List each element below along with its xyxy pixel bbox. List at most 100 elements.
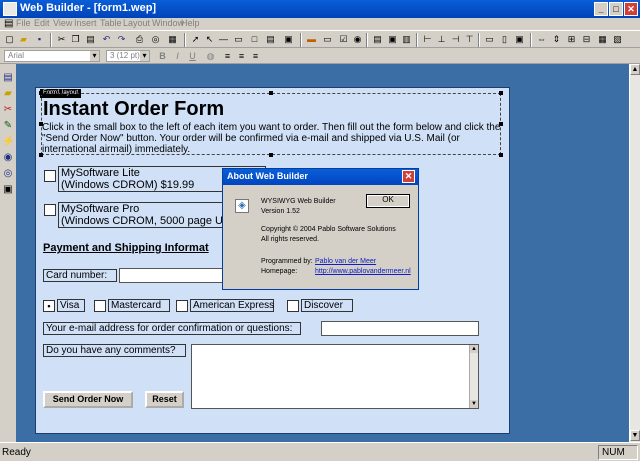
minimize-button[interactable]: _ [594, 2, 608, 16]
same-size-icon[interactable]: ▣ [514, 34, 525, 45]
underline-icon[interactable]: U [187, 51, 198, 62]
center-vertical-icon[interactable]: ⊟ [581, 34, 592, 45]
italic-icon[interactable]: I [172, 51, 183, 62]
size-select[interactable]: 3 (12 pt) [106, 50, 150, 62]
discover-label: Discover [301, 299, 353, 312]
amex-radio[interactable] [176, 300, 188, 312]
text-icon[interactable]: ▤ [265, 34, 276, 45]
menu-bar: ▤ File Edit View Insert Table Layout Win… [0, 18, 640, 30]
close-button[interactable]: ✕ [624, 2, 638, 16]
line-icon[interactable]: — [218, 34, 229, 45]
cut-icon[interactable]: ✂ [56, 34, 67, 45]
space-horizontal-icon[interactable]: ⇔ [536, 34, 547, 45]
align-right-icon[interactable]: ⊣ [450, 34, 461, 45]
image-icon[interactable]: ▭ [233, 34, 244, 45]
rights-text: All rights reserved. [261, 236, 319, 243]
homepage-label: Homepage: [261, 268, 298, 275]
email-input[interactable] [321, 321, 479, 336]
edit-page-icon[interactable]: ▣ [2, 184, 14, 196]
textbox-icon[interactable]: ▭ [322, 34, 333, 45]
color-icon[interactable]: ◍ [205, 51, 216, 62]
radio-icon[interactable]: ◉ [352, 34, 363, 45]
form-icon[interactable]: ▣ [283, 34, 294, 45]
textarea-icon[interactable]: ▥ [401, 34, 412, 45]
num-lock-indicator: NUM [598, 445, 638, 460]
ok-button[interactable]: OK [366, 194, 410, 208]
redo-icon[interactable]: ↷ [116, 34, 127, 45]
menu-layout[interactable]: Layout [123, 18, 150, 28]
align-center-icon[interactable]: ⊥ [436, 34, 447, 45]
folder-icon[interactable]: ▰ [2, 88, 14, 100]
scissors-icon[interactable]: ✂ [2, 104, 14, 116]
payment-heading: Payment and Shipping Informat [43, 242, 209, 254]
text-align-left-icon[interactable]: ≡ [222, 51, 233, 62]
send-back-icon[interactable]: ▧ [612, 34, 623, 45]
combobox-icon[interactable]: ▤ [372, 34, 383, 45]
open-icon[interactable]: ▰ [18, 34, 29, 45]
align-top-icon[interactable]: ⊤ [464, 34, 475, 45]
menu-view[interactable]: View [53, 18, 72, 28]
brush-icon[interactable]: ✎ [2, 120, 14, 132]
menu-insert[interactable]: Insert [74, 18, 97, 28]
product-name: WYSIWYG Web Builder [261, 198, 336, 205]
preview-browser-icon[interactable]: ◎ [2, 168, 14, 180]
same-height-icon[interactable]: ▯ [499, 34, 510, 45]
homepage-link[interactable]: http://www.pablovandermeer.nl [315, 268, 411, 275]
bring-front-icon[interactable]: ▦ [597, 34, 608, 45]
bold-icon[interactable]: B [157, 51, 168, 62]
same-width-icon[interactable]: ▭ [484, 34, 495, 45]
app-icon [3, 2, 17, 16]
print-icon[interactable]: ⎙ [134, 34, 145, 45]
menu-help[interactable]: Help [181, 18, 200, 28]
dialog-close-button[interactable]: ✕ [402, 170, 415, 183]
paste-icon[interactable]: ▤ [85, 34, 96, 45]
maximize-button[interactable]: □ [609, 2, 623, 16]
new-icon[interactable]: ▢ [4, 34, 15, 45]
button-icon[interactable]: ▣ [387, 34, 398, 45]
menu-edit[interactable]: Edit [34, 18, 50, 28]
textarea-scrollbar[interactable]: ▲ ▼ [469, 345, 478, 408]
menu-file[interactable]: File [16, 18, 31, 28]
font-select[interactable]: Arial [4, 50, 100, 62]
visa-radio[interactable]: • [43, 300, 55, 312]
menu-window[interactable]: Window [152, 18, 184, 28]
status-text: Ready [2, 447, 31, 458]
reset-button[interactable]: Reset [145, 391, 184, 408]
card-number-input[interactable] [119, 268, 224, 283]
link-icon[interactable]: ⚡ [2, 136, 14, 148]
menu-table[interactable]: Table [100, 18, 122, 28]
amex-label: American Express [190, 299, 274, 312]
left-toolbar: ▤ ▰ ✂ ✎ ⚡ ◉ ◎ ▣ [0, 64, 16, 442]
mdi-icon[interactable]: ▤ [4, 18, 13, 29]
scroll-down-icon[interactable]: ▼ [630, 430, 640, 441]
space-vertical-icon[interactable]: ⇕ [551, 34, 562, 45]
html-icon[interactable]: ▦ [167, 34, 178, 45]
author-link[interactable]: Pablo van der Meer [315, 258, 376, 265]
about-dialog: About Web Builder ✕ ◈ WYSIWYG Web Builde… [222, 168, 419, 290]
globe-icon[interactable]: ◉ [2, 152, 14, 164]
text-align-right-icon[interactable]: ≡ [250, 51, 261, 62]
copyright-text: Copyright © 2004 Pablo Software Solution… [261, 226, 396, 233]
pointer-icon[interactable]: ↖ [204, 34, 215, 45]
center-horizontal-icon[interactable]: ⊞ [566, 34, 577, 45]
align-left-icon[interactable]: ⊢ [422, 34, 433, 45]
form-tool-icon[interactable]: ▬ [306, 34, 317, 45]
save-icon[interactable]: ▪ [34, 34, 45, 45]
scroll-up-icon[interactable]: ▲ [630, 64, 640, 75]
product-pro-checkbox[interactable] [44, 204, 56, 216]
discover-radio[interactable] [287, 300, 299, 312]
preview-icon[interactable]: ◎ [150, 34, 161, 45]
select-arrow-icon[interactable]: ➚ [190, 34, 201, 45]
properties-icon[interactable]: ▤ [2, 72, 14, 84]
send-order-button[interactable]: Send Order Now [43, 391, 133, 408]
vertical-scrollbar[interactable]: ▲ ▼ [629, 64, 640, 442]
box-icon[interactable]: □ [249, 34, 260, 45]
product-lite-checkbox[interactable] [44, 170, 56, 182]
comments-textarea[interactable]: ▲ ▼ [191, 344, 479, 409]
mastercard-label: Mastercard [108, 299, 170, 312]
undo-icon[interactable]: ↶ [101, 34, 112, 45]
copy-icon[interactable]: ❐ [70, 34, 81, 45]
mastercard-radio[interactable] [94, 300, 106, 312]
checkbox-icon[interactable]: ☑ [338, 34, 349, 45]
text-align-center-icon[interactable]: ≡ [236, 51, 247, 62]
